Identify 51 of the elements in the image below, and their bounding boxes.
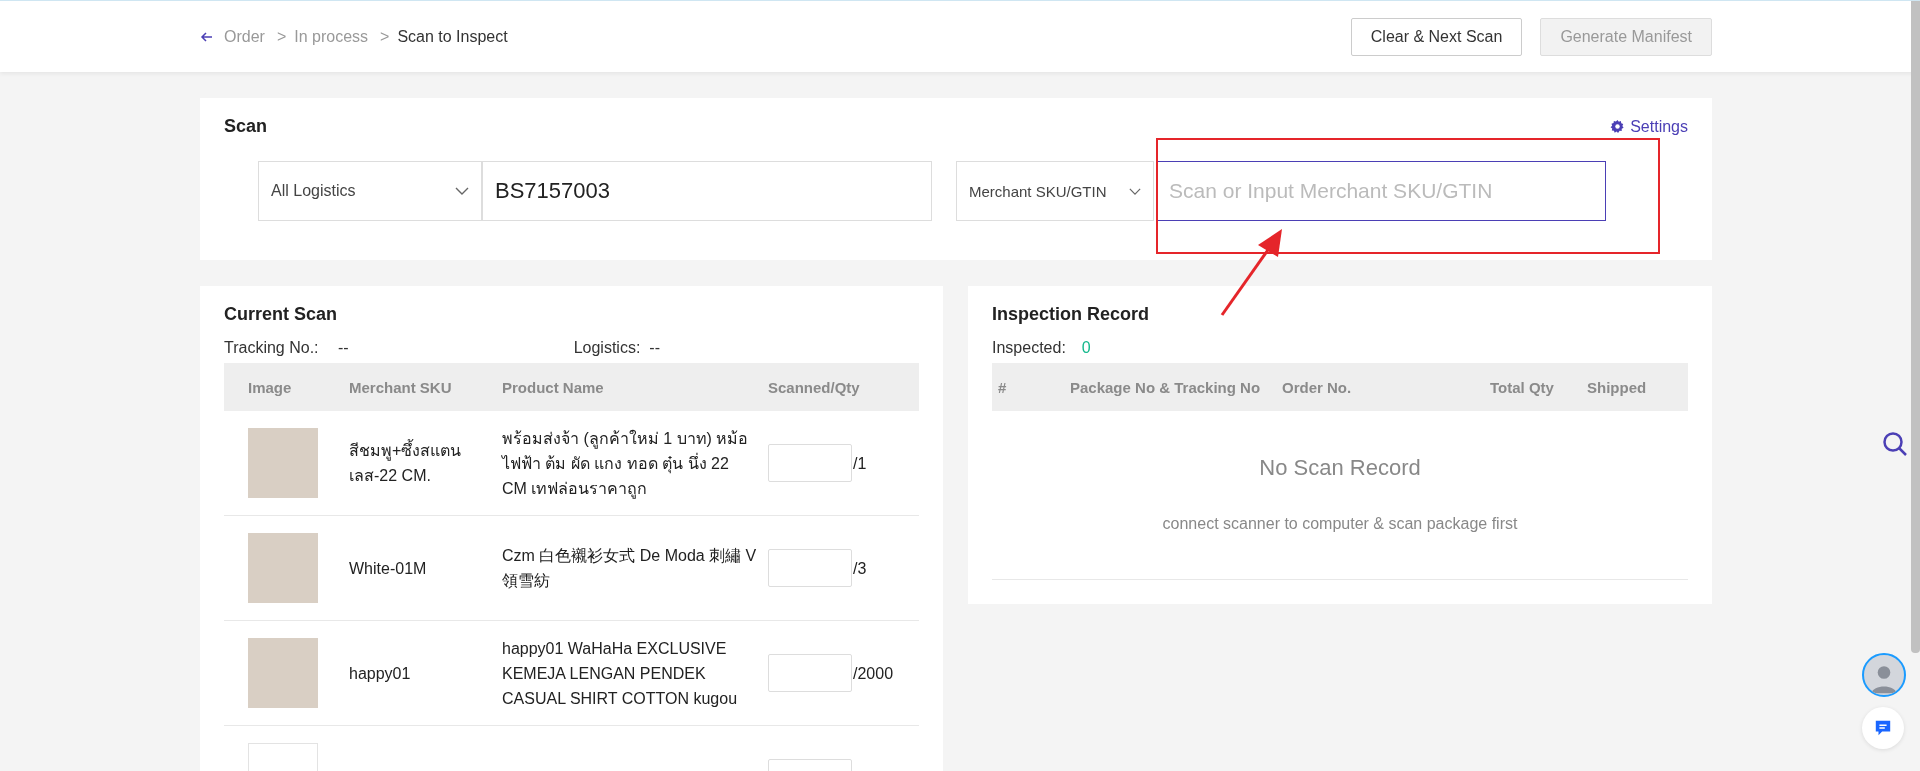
sku-input-field[interactable]: Scan or Input Merchant SKU/GTIN	[1156, 161, 1606, 221]
column-header: Total Qty	[1490, 378, 1555, 396]
settings-link[interactable]: Settings	[1610, 117, 1688, 136]
tracking-value: --	[338, 339, 349, 357]
settings-icon	[1610, 119, 1626, 134]
card-title: Inspection Record	[992, 304, 1151, 325]
inspected-label: Inspected:	[992, 339, 1066, 357]
column-header: Package No & Tracking No	[1070, 378, 1262, 396]
breadcrumb-separator: >	[380, 27, 390, 46]
sku-type-dropdown[interactable]: Merchant SKU/GTIN	[956, 161, 1154, 221]
scrollbar[interactable]	[1911, 1, 1920, 653]
tracking-label: Tracking No.:	[224, 339, 320, 357]
photo-placeholder	[248, 533, 318, 603]
back-arrow-icon[interactable]	[200, 29, 214, 44]
column-header: Product Name	[502, 378, 605, 396]
column-header: Merchant SKU	[349, 378, 453, 396]
card-title: Current Scan	[224, 304, 339, 325]
total-qty: /3	[853, 558, 867, 579]
column-header: Scanned/Qty	[768, 378, 861, 396]
column-header: #	[997, 378, 1008, 396]
table-cell: Czm 白色襯衫女式 De Moda 刺繡 V 領雪紡	[502, 547, 757, 589]
support-avatar[interactable]	[1862, 653, 1906, 697]
photo-placeholder	[248, 638, 318, 708]
scanned-qty-field[interactable]	[768, 549, 852, 587]
column-header: Order No.	[1282, 378, 1353, 396]
total-qty: /1	[853, 453, 867, 474]
column-header: Shipped	[1587, 378, 1648, 396]
breadcrumb-separator: >	[276, 27, 287, 46]
scanned-qty-field[interactable]	[768, 654, 852, 692]
column-header: Image	[247, 378, 293, 396]
chat-icon	[1874, 719, 1892, 737]
photo-placeholder	[248, 428, 318, 498]
logistics-label: Logistics:	[573, 339, 641, 357]
logistics-dropdown[interactable]: All Logistics	[258, 161, 482, 221]
inspected-count: 0	[1081, 339, 1091, 357]
chevron-down-icon	[455, 187, 469, 195]
header-button[interactable]: Clear & Next Scan	[1350, 17, 1523, 56]
table-cell: happy01	[349, 664, 411, 682]
chat-button[interactable]	[1862, 707, 1904, 749]
empty-state-hint: connect scanner to computer & scan package first	[1161, 515, 1519, 533]
total-qty: /2000	[853, 663, 894, 684]
table-cell: White-01M	[349, 559, 427, 577]
logistics-value: --	[649, 339, 660, 357]
search-icon[interactable]	[1882, 431, 1908, 457]
card-title: Scan	[224, 116, 268, 137]
table-cell: happy01 WaHaHa EXCLUSIVE KEMEJA LENGAN PENDEK CASUAL SHIRT COTTON kugou	[502, 639, 738, 707]
chevron-down-icon	[1129, 187, 1141, 195]
tracking-number-field[interactable]: BS7157003	[482, 161, 932, 221]
empty-state-title: No Scan Record	[1258, 455, 1422, 481]
table-cell: พร้อมส่งจ้า (ลูกค้าใหม่ 1 บาท) หม้อไฟฟ้า ต้ม ผัด แกง ทอด ตุ๋น นึ่ง 22 CM เทฟล่อนราคาถูก	[502, 429, 749, 497]
scanned-qty-field[interactable]	[768, 444, 852, 482]
